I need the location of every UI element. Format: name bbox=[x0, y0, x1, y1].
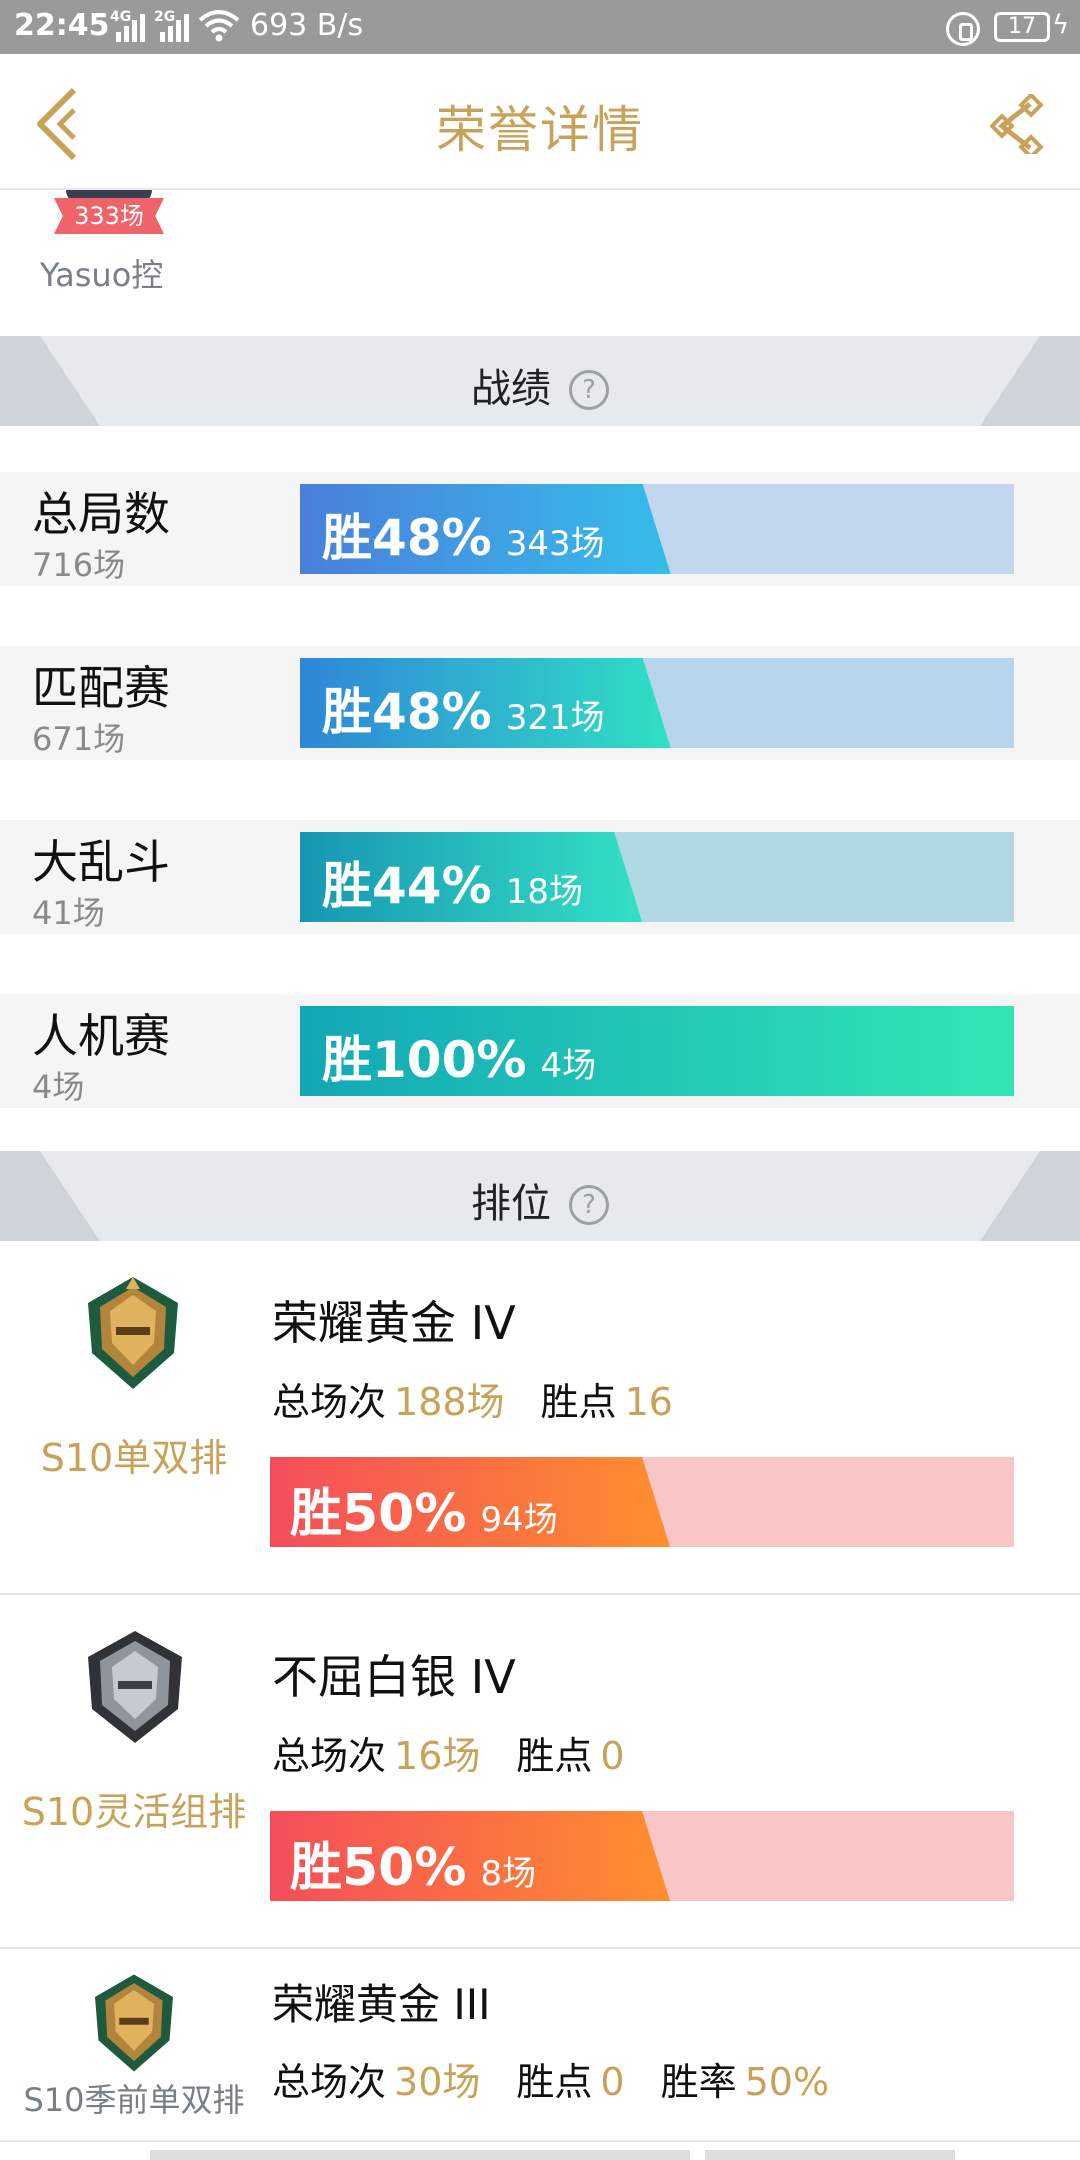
tier-name: 荣耀黄金 III bbox=[272, 1980, 491, 2029]
total-games: 16场 bbox=[394, 1734, 481, 1778]
signal-icon bbox=[112, 12, 145, 42]
win-games: 94场 bbox=[480, 1500, 558, 1540]
win-percent: 胜50% bbox=[290, 1484, 467, 1544]
rotation-lock-icon bbox=[946, 12, 980, 46]
stat-row[interactable]: 匹配赛 671场 胜48% 321场 bbox=[0, 646, 1080, 760]
status-time: 22:45 bbox=[14, 8, 110, 43]
battery-icon: 17 bbox=[994, 12, 1050, 42]
win-games: 18场 bbox=[505, 872, 583, 912]
stat-count: 41场 bbox=[32, 894, 105, 932]
queue-name: S10单双排 bbox=[40, 1436, 228, 1480]
win-percent: 胜44% bbox=[322, 857, 492, 915]
total-label: 总场次 bbox=[272, 2060, 387, 2104]
share-icon[interactable] bbox=[990, 94, 1050, 154]
section-rank-title: 排位 bbox=[471, 1181, 551, 1227]
lp-label: 胜点 bbox=[516, 2060, 593, 2104]
help-icon[interactable]: ? bbox=[569, 1185, 609, 1225]
win-games: 321场 bbox=[505, 698, 605, 738]
win-percent: 胜50% bbox=[290, 1838, 467, 1898]
league-points: 0 bbox=[600, 2060, 625, 2104]
total-games: 30场 bbox=[394, 2060, 481, 2104]
next-card-peek bbox=[0, 2142, 1080, 2160]
champion-mastery: 333场 Yasuo控 bbox=[0, 190, 1080, 336]
stat-row[interactable]: 人机赛 4场 胜100% 4场 bbox=[0, 994, 1080, 1108]
stat-name: 总局数 bbox=[32, 487, 170, 541]
rank-winrate-bar: 胜50% 8场 bbox=[270, 1811, 1014, 1901]
stat-winrate-bar: 胜48% 343场 bbox=[300, 484, 1014, 574]
signal-icon-2 bbox=[156, 12, 189, 42]
winrate-label: 胜率 bbox=[660, 2060, 737, 2104]
games-badge: 333场 bbox=[54, 198, 164, 234]
gold-emblem-icon bbox=[88, 1277, 178, 1389]
lp-label: 胜点 bbox=[516, 1734, 593, 1778]
stat-row[interactable]: 大乱斗 41场 胜44% 18场 bbox=[0, 820, 1080, 934]
section-stats: 战绩? bbox=[0, 336, 1080, 426]
queue-name: S10季前单双排 bbox=[23, 2081, 245, 2119]
tier-name: 不屈白银 IV bbox=[272, 1650, 516, 1704]
stat-name: 匹配赛 bbox=[32, 661, 170, 715]
network-speed: 693 B/s bbox=[250, 8, 364, 43]
silver-emblem-icon bbox=[88, 1631, 182, 1743]
lp-label: 胜点 bbox=[540, 1380, 617, 1424]
stat-winrate-bar: 胜48% 321场 bbox=[300, 658, 1014, 748]
app-header: 荣誉详情 bbox=[0, 54, 1080, 190]
win-percent: 胜100% bbox=[322, 1031, 527, 1089]
section-stats-title: 战绩 bbox=[471, 366, 551, 412]
page-title: 荣誉详情 bbox=[436, 101, 644, 159]
stat-count: 716场 bbox=[32, 546, 126, 584]
stat-name: 人机赛 bbox=[32, 1009, 170, 1063]
rank-meta: 总场次 30场 胜点 0 胜率 50% bbox=[272, 2051, 865, 2106]
win-games: 8场 bbox=[480, 1854, 537, 1894]
charging-icon: ϟ bbox=[1052, 10, 1070, 40]
total-label: 总场次 bbox=[272, 1734, 387, 1778]
stat-count: 671场 bbox=[32, 720, 126, 758]
gold-emblem-icon bbox=[95, 1974, 173, 2072]
stat-row[interactable]: 总局数 716场 胜48% 343场 bbox=[0, 472, 1080, 586]
tier-name: 荣耀黄金 IV bbox=[272, 1296, 516, 1350]
queue-name: S10灵活组排 bbox=[21, 1790, 247, 1834]
league-points: 0 bbox=[600, 1734, 625, 1778]
stat-winrate-bar: 胜100% 4场 bbox=[300, 1006, 1014, 1096]
stat-winrate-bar: 胜44% 18场 bbox=[300, 832, 1014, 922]
stat-name: 大乱斗 bbox=[32, 835, 170, 889]
rank-meta: 总场次 16场 胜点 0 bbox=[272, 1725, 661, 1780]
rank-card[interactable]: S10灵活组排 不屈白银 IV 总场次 16场 胜点 0 胜50% 8场 bbox=[0, 1595, 1080, 1949]
wifi-icon bbox=[198, 10, 240, 42]
total-games: 188场 bbox=[394, 1380, 505, 1424]
section-rank: 排位? bbox=[0, 1151, 1080, 1241]
rank-card[interactable]: S10季前单双排 荣耀黄金 III 总场次 30场 胜点 0 胜率 50% bbox=[0, 1949, 1080, 2142]
status-bar: 22:45 4G 2G 693 B/s 17 ϟ bbox=[0, 0, 1080, 54]
win-games: 343场 bbox=[505, 524, 605, 564]
win-games: 4场 bbox=[540, 1046, 597, 1086]
rank-meta: 总场次 188场 胜点 16 bbox=[272, 1371, 709, 1426]
stat-count: 4场 bbox=[32, 1068, 85, 1106]
league-points: 16 bbox=[624, 1380, 673, 1424]
winrate-value: 50% bbox=[744, 2060, 830, 2104]
total-label: 总场次 bbox=[272, 1380, 387, 1424]
win-percent: 胜48% bbox=[322, 509, 492, 567]
nickname: Yasuo控 bbox=[40, 256, 164, 294]
win-percent: 胜48% bbox=[322, 683, 492, 741]
rank-winrate-bar: 胜50% 94场 bbox=[270, 1457, 1014, 1547]
rank-card[interactable]: S10单双排 荣耀黄金 IV 总场次 188场 胜点 16 胜50% 94场 bbox=[0, 1241, 1080, 1595]
help-icon[interactable]: ? bbox=[569, 370, 609, 410]
